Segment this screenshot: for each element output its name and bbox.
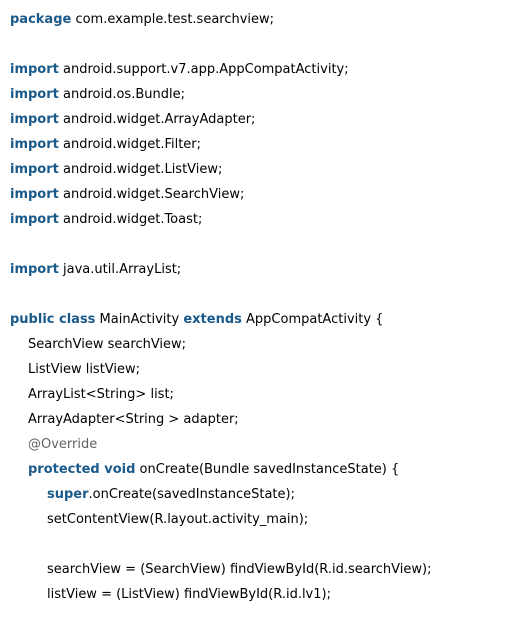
import-line: import android.os.Bundle; (10, 82, 519, 107)
method-signature: onCreate(Bundle savedInstanceState) { (135, 462, 400, 477)
statement-line: listView = (ListView) findViewById(R.id.… (10, 582, 519, 607)
code-text: setContentView(R.layout.activity_main); (47, 512, 309, 527)
import-line: import android.widget.Filter; (10, 132, 519, 157)
code-text: ArrayAdapter<String > adapter; (28, 412, 239, 427)
code-text: .onCreate(savedInstanceState); (88, 487, 295, 502)
field-declaration-line: ArrayList<String> list; (10, 382, 519, 407)
statement-line: searchView = (SearchView) findViewById(R… (10, 557, 519, 582)
annotation: @Override (28, 437, 98, 452)
class-declaration-line: public class MainActivity extends AppCom… (10, 307, 519, 332)
import-path: android.widget.Filter; (58, 137, 202, 152)
statement-line: super.onCreate(savedInstanceState); (10, 482, 519, 507)
method-declaration-line: protected void onCreate(Bundle savedInst… (10, 457, 519, 482)
import-line: import android.widget.ArrayAdapter; (10, 107, 519, 132)
field-declaration-line: ListView listView; (10, 357, 519, 382)
import-path: android.widget.ArrayAdapter; (58, 112, 256, 127)
keyword: import (10, 87, 59, 102)
keyword: public class (10, 312, 96, 327)
import-line: import android.widget.Toast; (10, 207, 519, 232)
field-declaration-line: ArrayAdapter<String > adapter; (10, 407, 519, 432)
import-path: android.support.v7.app.AppCompatActivity… (58, 62, 349, 77)
class-name: MainActivity (95, 312, 184, 327)
keyword: import (10, 137, 59, 152)
code-block: package com.example.test.searchview; imp… (10, 7, 519, 607)
import-path: android.widget.ListView; (58, 162, 223, 177)
keyword: import (10, 187, 59, 202)
keyword: extends (183, 312, 242, 327)
import-line: import android.support.v7.app.AppCompatA… (10, 57, 519, 82)
package-name: com.example.test.searchview; (71, 12, 275, 27)
statement-line: setContentView(R.layout.activity_main); (10, 507, 519, 532)
import-line: import android.widget.SearchView; (10, 182, 519, 207)
import-path: android.widget.Toast; (58, 212, 203, 227)
import-line: import android.widget.ListView; (10, 157, 519, 182)
import-path: android.os.Bundle; (58, 87, 185, 102)
keyword: import (10, 162, 59, 177)
superclass-name: AppCompatActivity { (241, 312, 384, 327)
code-text: listView = (ListView) findViewById(R.id.… (47, 587, 331, 602)
keyword: import (10, 212, 59, 227)
keyword: import (10, 112, 59, 127)
field-declaration-line: SearchView searchView; (10, 332, 519, 357)
keyword: super (47, 487, 89, 502)
import-line: import java.util.ArrayList; (10, 257, 519, 282)
import-path: android.widget.SearchView; (58, 187, 245, 202)
keyword: import (10, 262, 59, 277)
keyword: protected void (28, 462, 136, 477)
package-line: package com.example.test.searchview; (10, 7, 519, 32)
import-path: java.util.ArrayList; (58, 262, 182, 277)
keyword: package (10, 12, 72, 27)
keyword: import (10, 62, 59, 77)
code-text: ListView listView; (28, 362, 141, 377)
annotation-line: @Override (10, 432, 519, 457)
code-text: SearchView searchView; (28, 337, 187, 352)
code-text: searchView = (SearchView) findViewById(R… (47, 562, 432, 577)
code-text: ArrayList<String> list; (28, 387, 174, 402)
